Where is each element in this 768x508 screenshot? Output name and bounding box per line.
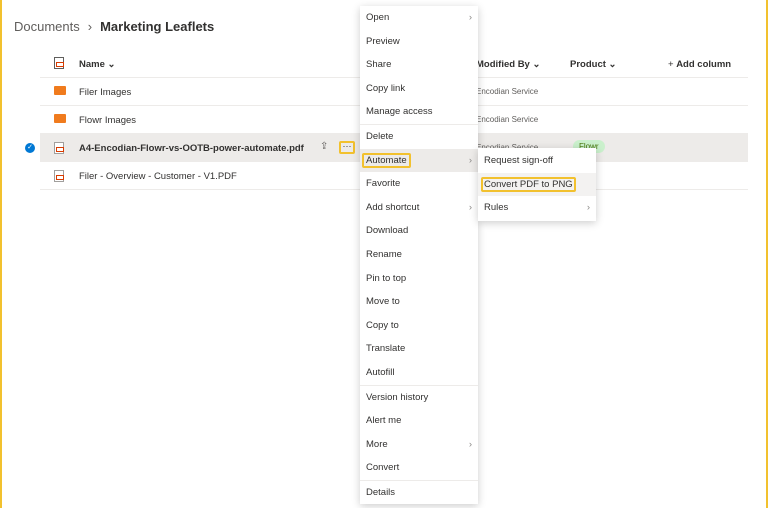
pdf-icon (54, 170, 64, 182)
menu-item-rename[interactable]: Rename (360, 243, 478, 267)
menu-item-automate[interactable]: Automate › (360, 148, 478, 173)
chevron-right-icon: › (468, 201, 472, 213)
checkmark-icon[interactable]: ✓ (25, 143, 35, 153)
chevron-right-icon: › (468, 12, 472, 23)
chevron-right-icon: › (468, 154, 472, 166)
modified-by: Encodian Service (476, 115, 539, 124)
breadcrumb-documents[interactable]: Documents (14, 19, 80, 34)
menu-item-manage-access[interactable]: Manage access (360, 100, 478, 124)
file-name[interactable]: Filer Images (79, 87, 131, 98)
file-name[interactable]: Flowr Images (79, 115, 136, 126)
more-actions-button[interactable]: ··· (338, 140, 356, 155)
menu-item-convert-pdf-to-png[interactable]: Convert PDF to PNG (478, 172, 596, 197)
menu-item-version-history[interactable]: Version history (360, 386, 478, 410)
menu-item-preview[interactable]: Preview (360, 30, 478, 54)
pdf-icon (54, 142, 64, 154)
file-name[interactable]: A4-Encodian-Flowr-vs-OOTB-power-automate… (79, 143, 304, 154)
add-column-button[interactable]: + Add column (668, 59, 731, 70)
menu-item-share[interactable]: Share (360, 53, 478, 77)
menu-item-convert[interactable]: Convert (360, 456, 478, 480)
menu-item-translate[interactable]: Translate (360, 337, 478, 361)
menu-item-details[interactable]: Details (360, 481, 478, 505)
menu-item-delete[interactable]: Delete (360, 125, 478, 149)
share-icon[interactable]: ⇪ (320, 141, 328, 152)
menu-item-copy-link[interactable]: Copy link (360, 77, 478, 101)
menu-item-move-to[interactable]: Move to (360, 290, 478, 314)
folder-icon (54, 114, 66, 123)
menu-item-download[interactable]: Download (360, 219, 478, 243)
menu-item-favorite[interactable]: Favorite (360, 172, 478, 196)
menu-item-pin-to-top[interactable]: Pin to top (360, 267, 478, 291)
menu-item-more[interactable]: More › (360, 433, 478, 457)
modified-by: Encodian Service (476, 87, 539, 96)
menu-item-request-sign-off[interactable]: Request sign-off (478, 149, 596, 173)
menu-item-autofill[interactable]: Autofill (360, 361, 478, 385)
file-name[interactable]: Filer - Overview - Customer - V1.PDF (79, 171, 237, 182)
chevron-right-icon: › (87, 19, 93, 34)
breadcrumb: Documents › Marketing Leaflets (14, 19, 214, 34)
column-modified-by[interactable]: Modified By ⌄ (476, 59, 540, 70)
automate-submenu: Request sign-off Convert PDF to PNG Rule… (478, 148, 596, 221)
menu-item-rules[interactable]: Rules › (478, 196, 596, 220)
context-menu: Open › Preview Share Copy link Manage acc… (360, 6, 478, 505)
menu-item-alert-me[interactable]: Alert me (360, 409, 478, 433)
column-product[interactable]: Product ⌄ (570, 59, 617, 70)
menu-item-add-shortcut[interactable]: Add shortcut › (360, 196, 478, 220)
chevron-right-icon: › (586, 202, 590, 214)
breadcrumb-current: Marketing Leaflets (100, 19, 215, 34)
column-name[interactable]: Name ⌄ (79, 59, 115, 70)
chevron-right-icon: › (468, 438, 472, 450)
file-type-icon (54, 57, 64, 69)
menu-item-open[interactable]: Open › (360, 6, 478, 30)
folder-icon (54, 86, 66, 95)
menu-item-copy-to[interactable]: Copy to (360, 314, 478, 338)
